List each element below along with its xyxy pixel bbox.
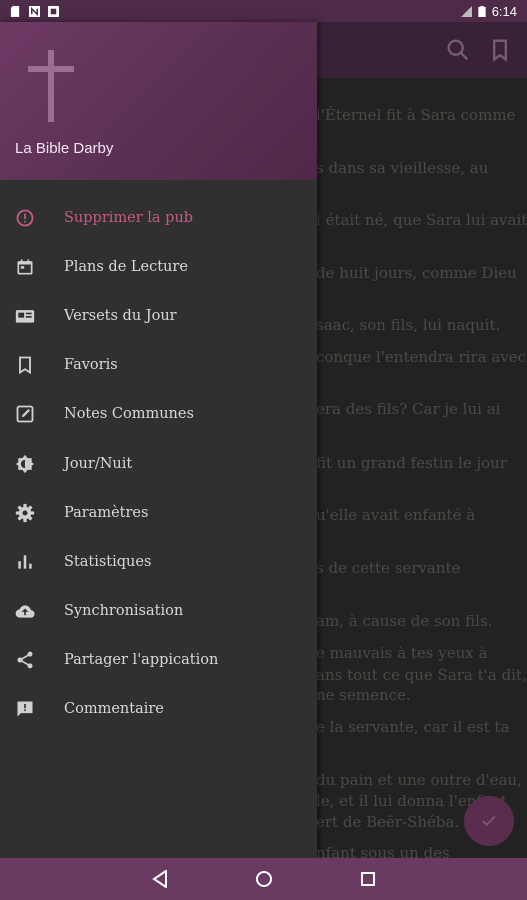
menu-item-reading-plans[interactable]: Plans de Lecture <box>0 242 317 291</box>
menu-item-label: Paramètres <box>64 504 149 521</box>
text-line: e la servante, car il est ta <box>316 718 510 736</box>
text-line: e mauvais à tes yeux à <box>316 644 488 662</box>
back-triangle-icon <box>151 870 167 888</box>
text-line: conque l'entendra rira avec <box>316 348 527 366</box>
menu-item-remove-ads[interactable]: Supprimer la pub <box>0 193 317 242</box>
drawer-header: La Bible Darby <box>0 22 317 180</box>
recents-button[interactable] <box>356 867 380 891</box>
text-line: s dans sa vieillesse, au <box>316 159 489 177</box>
check-icon <box>482 815 496 827</box>
menu-item-label: Synchronisation <box>64 603 184 620</box>
menu-item-label: Notes Communes <box>64 406 194 423</box>
text-line: ert de Beër-Shéba. <box>316 813 460 831</box>
home-button[interactable] <box>252 867 276 891</box>
back-button[interactable] <box>148 867 172 891</box>
text-line: du pain et une outre d'eau, <box>316 771 522 789</box>
text-line: saac, son fils, lui naquit. <box>316 316 501 334</box>
menu-item-shared-notes[interactable]: Notes Communes <box>0 390 317 439</box>
menu-item-label: Supprimer la pub <box>64 209 194 226</box>
system-nav-bar <box>0 858 527 900</box>
edit-note-icon <box>15 404 35 424</box>
search-icon[interactable] <box>444 36 472 64</box>
bookmark-icon[interactable] <box>486 36 514 64</box>
cross-icon <box>28 50 74 122</box>
text-line: era des fils? Car je lui ai <box>316 400 501 418</box>
signal-icon <box>460 5 472 17</box>
comment-icon <box>15 699 35 719</box>
drawer-menu: Supprimer la pub Plans de Lecture Verset… <box>0 180 317 734</box>
verse-card-icon <box>15 306 35 326</box>
share-icon <box>15 650 35 670</box>
info-icon <box>15 208 35 228</box>
recents-square-icon <box>360 872 375 886</box>
text-line: am, à cause de son fils. <box>316 612 493 630</box>
text-line: ne semence. <box>316 686 411 704</box>
notification-icon <box>48 5 59 17</box>
menu-item-label: Versets du Jour <box>64 307 177 324</box>
menu-item-feedback[interactable]: Commentaire <box>0 685 317 734</box>
text-line: ans tout ce que Sara t'a dit, <box>316 666 527 684</box>
status-time: 6:14 <box>491 3 517 19</box>
text-line: fit un grand festin le jour <box>316 454 507 472</box>
text-line: nfant sous un des <box>316 844 450 858</box>
drawer-title: La Bible Darby <box>15 140 114 157</box>
text-line: i était né, que Sara lui avait <box>316 211 527 229</box>
calendar-icon <box>15 257 35 277</box>
gear-icon <box>15 503 35 523</box>
text-line: u'elle avait enfanté à <box>316 506 476 524</box>
battery-icon <box>478 5 486 17</box>
text-line: s de cette servante <box>316 559 461 577</box>
done-fab-button[interactable] <box>464 796 514 846</box>
menu-item-favorites[interactable]: Favoris <box>0 341 317 390</box>
menu-item-label: Favoris <box>64 357 118 374</box>
menu-item-day-night[interactable]: Jour/Nuit <box>0 439 317 488</box>
bookmark-icon <box>15 355 35 375</box>
brightness-icon <box>15 454 35 474</box>
menu-item-settings[interactable]: Paramètres <box>0 488 317 537</box>
text-line: l'Éternel fit à Sara comme <box>316 106 516 124</box>
bar-chart-icon <box>15 552 35 572</box>
menu-item-label: Jour/Nuit <box>64 455 133 472</box>
menu-item-statistics[interactable]: Statistiques <box>0 537 317 586</box>
menu-item-label: Partager l'appication <box>64 652 219 669</box>
status-bar: 6:14 <box>0 0 527 22</box>
home-circle-icon <box>255 871 272 887</box>
menu-item-sync[interactable]: Synchronisation <box>0 587 317 636</box>
menu-item-verses-of-day[interactable]: Versets du Jour <box>0 291 317 340</box>
sd-card-icon <box>10 5 20 17</box>
menu-item-label: Plans de Lecture <box>64 258 188 275</box>
n-notification-icon <box>29 5 40 17</box>
cloud-upload-icon <box>15 601 35 621</box>
menu-item-label: Commentaire <box>64 701 164 718</box>
menu-item-label: Statistiques <box>64 553 152 570</box>
menu-item-share-app[interactable]: Partager l'appication <box>0 636 317 685</box>
navigation-drawer: La Bible Darby Supprimer la pub Plans de… <box>0 22 317 858</box>
text-line: de huit jours, comme Dieu <box>316 264 517 282</box>
